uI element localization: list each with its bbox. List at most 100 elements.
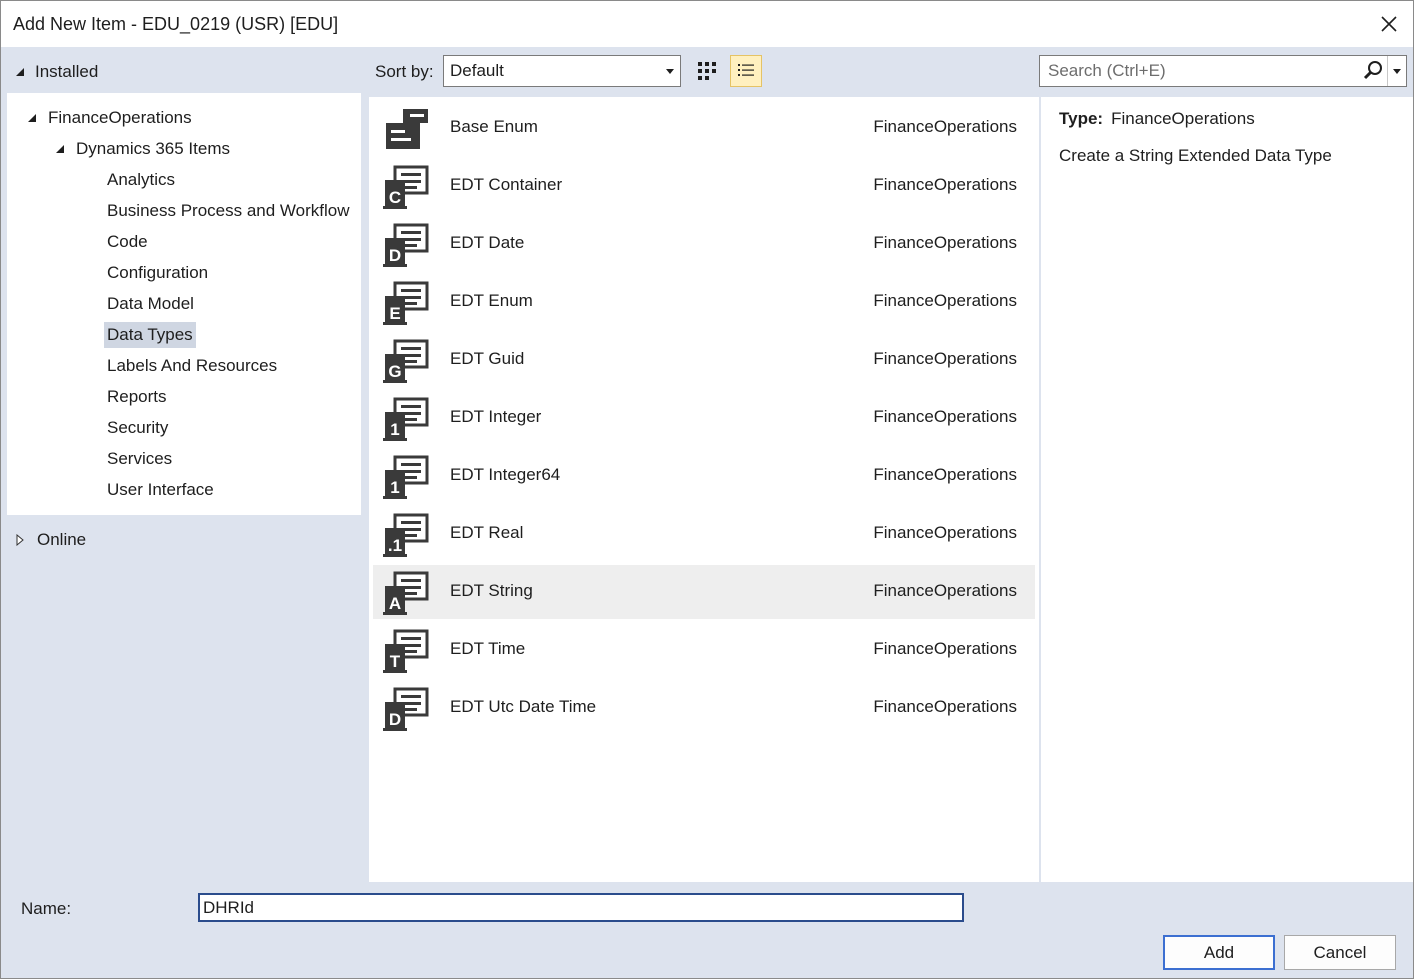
expanded-arrow-icon — [56, 145, 64, 153]
collapsed-arrow-icon — [16, 534, 24, 546]
list-item[interactable]: Base Enum FinanceOperations — [373, 101, 1035, 155]
item-category: FinanceOperations — [873, 581, 1017, 600]
cancel-button[interactable]: Cancel — [1284, 935, 1396, 970]
item-template-list: Base Enum FinanceOperations C EDT Container… — [369, 97, 1039, 882]
item-name: EDT String — [450, 581, 533, 600]
svg-text:D: D — [389, 710, 401, 729]
svg-text:T: T — [390, 652, 401, 671]
close-icon — [1381, 16, 1397, 32]
list-item[interactable]: C EDT Container FinanceOperations — [373, 159, 1035, 213]
item-name: Base Enum — [450, 117, 538, 136]
item-name: EDT Time — [450, 639, 526, 658]
tree-item-data-types[interactable]: Data Types — [104, 322, 196, 348]
tree-item-business-process-and-workflow[interactable]: Business Process and Workflow — [104, 198, 353, 224]
item-category: FinanceOperations — [873, 465, 1017, 484]
item-name: EDT Integer — [450, 407, 542, 426]
list-item[interactable]: 1 EDT Integer64 FinanceOperations — [373, 449, 1035, 503]
item-category: FinanceOperations — [873, 175, 1017, 194]
add-button[interactable]: Add — [1163, 935, 1275, 970]
search-options-dropdown[interactable] — [1387, 56, 1406, 86]
edt-enum-icon: E — [383, 281, 431, 327]
tree-node-dynamics-365-items[interactable]: Dynamics 365 Items — [55, 136, 230, 162]
list-view-button[interactable] — [730, 55, 762, 87]
edt-integer64-icon: 1 — [383, 455, 431, 501]
grid-view-icon — [698, 62, 716, 80]
item-category: FinanceOperations — [873, 291, 1017, 310]
edt-container-icon: C — [383, 165, 431, 211]
item-category: FinanceOperations — [873, 349, 1017, 368]
list-item[interactable]: D EDT Utc Date Time FinanceOperations — [373, 681, 1035, 735]
list-item[interactable]: .1 EDT Real FinanceOperations — [373, 507, 1035, 561]
svg-text:C: C — [389, 188, 401, 207]
tree-node-label: FinanceOperations — [48, 108, 192, 127]
list-item[interactable]: A EDT String FinanceOperations — [373, 565, 1035, 619]
window-title: Add New Item - EDU_0219 (USR) [EDU] — [13, 14, 339, 34]
item-category: FinanceOperations — [873, 233, 1017, 252]
search-icon — [1363, 61, 1382, 80]
svg-text:A: A — [389, 594, 401, 613]
name-label: Name: — [21, 899, 72, 918]
template-tree: FinanceOperations Dynamics 365 Items Ana… — [7, 93, 361, 515]
tree-item-reports[interactable]: Reports — [104, 384, 170, 410]
search-input[interactable] — [1046, 60, 1360, 82]
type-label: Type: — [1059, 109, 1104, 128]
item-category: FinanceOperations — [873, 117, 1017, 136]
item-category: FinanceOperations — [873, 697, 1017, 716]
expanded-arrow-icon — [28, 114, 36, 122]
item-name: EDT Date — [450, 233, 525, 252]
svg-text:E: E — [389, 304, 400, 323]
item-name: EDT Utc Date Time — [450, 697, 597, 716]
small-icons-view-button[interactable] — [691, 55, 723, 87]
installed-label: Installed — [35, 62, 99, 81]
search-button[interactable] — [1362, 60, 1384, 82]
svg-text:.1: .1 — [388, 536, 402, 555]
edt-date-icon: D — [383, 223, 431, 269]
tree-item-code[interactable]: Code — [104, 229, 151, 255]
item-category: FinanceOperations — [873, 639, 1017, 658]
tree-item-security[interactable]: Security — [104, 415, 171, 441]
online-node[interactable]: Online — [15, 528, 86, 552]
edt-utc-date-time-icon: D — [383, 687, 431, 733]
edt-string-icon: A — [383, 571, 431, 617]
svg-text:G: G — [388, 362, 401, 381]
sort-by-value: Default — [450, 61, 504, 80]
title-bar: Add New Item - EDU_0219 (USR) [EDU] — [1, 1, 1413, 47]
list-item[interactable]: T EDT Time FinanceOperations — [373, 623, 1035, 677]
item-category: FinanceOperations — [873, 523, 1017, 542]
item-description-pane: Type: FinanceOperations Create a String E… — [1041, 97, 1413, 882]
tree-node-label: Dynamics 365 Items — [76, 139, 230, 158]
online-label: Online — [37, 530, 87, 549]
close-button[interactable] — [1375, 10, 1403, 38]
sort-by-label: Sort by: — [375, 62, 434, 81]
list-item[interactable]: G EDT Guid FinanceOperations — [373, 333, 1035, 387]
edt-real-icon: .1 — [383, 513, 431, 559]
base-enum-icon — [383, 107, 431, 153]
tree-item-labels-and-resources[interactable]: Labels And Resources — [104, 353, 280, 379]
installed-node[interactable]: Installed — [15, 61, 98, 83]
list-item[interactable]: 1 EDT Integer FinanceOperations — [373, 391, 1035, 445]
list-view-icon — [738, 64, 754, 76]
tree-item-user-interface[interactable]: User Interface — [104, 477, 217, 503]
name-field[interactable] — [198, 893, 964, 922]
add-new-item-dialog: Add New Item - EDU_0219 (USR) [EDU] Inst… — [0, 0, 1414, 979]
expanded-arrow-icon — [16, 68, 24, 76]
item-name: EDT Guid — [450, 349, 525, 368]
item-name: EDT Enum — [450, 291, 533, 310]
item-name: EDT Integer64 — [450, 465, 561, 484]
search-box — [1039, 55, 1407, 87]
item-name: EDT Real — [450, 523, 524, 542]
sort-by-dropdown[interactable]: Default — [443, 55, 681, 87]
tree-node-financeoperations[interactable]: FinanceOperations — [27, 105, 192, 131]
tree-item-data-model[interactable]: Data Model — [104, 291, 197, 317]
tree-item-services[interactable]: Services — [104, 446, 175, 472]
list-item[interactable]: D EDT Date FinanceOperations — [373, 217, 1035, 271]
tree-item-configuration[interactable]: Configuration — [104, 260, 211, 286]
edt-guid-icon: G — [383, 339, 431, 385]
item-description: Create a String Extended Data Type — [1059, 146, 1332, 165]
item-name: EDT Container — [450, 175, 563, 194]
svg-text:D: D — [389, 246, 401, 265]
svg-text:1: 1 — [390, 478, 399, 497]
type-line: Type: FinanceOperations — [1059, 109, 1255, 129]
tree-item-analytics[interactable]: Analytics — [104, 167, 178, 193]
list-item[interactable]: E EDT Enum FinanceOperations — [373, 275, 1035, 329]
